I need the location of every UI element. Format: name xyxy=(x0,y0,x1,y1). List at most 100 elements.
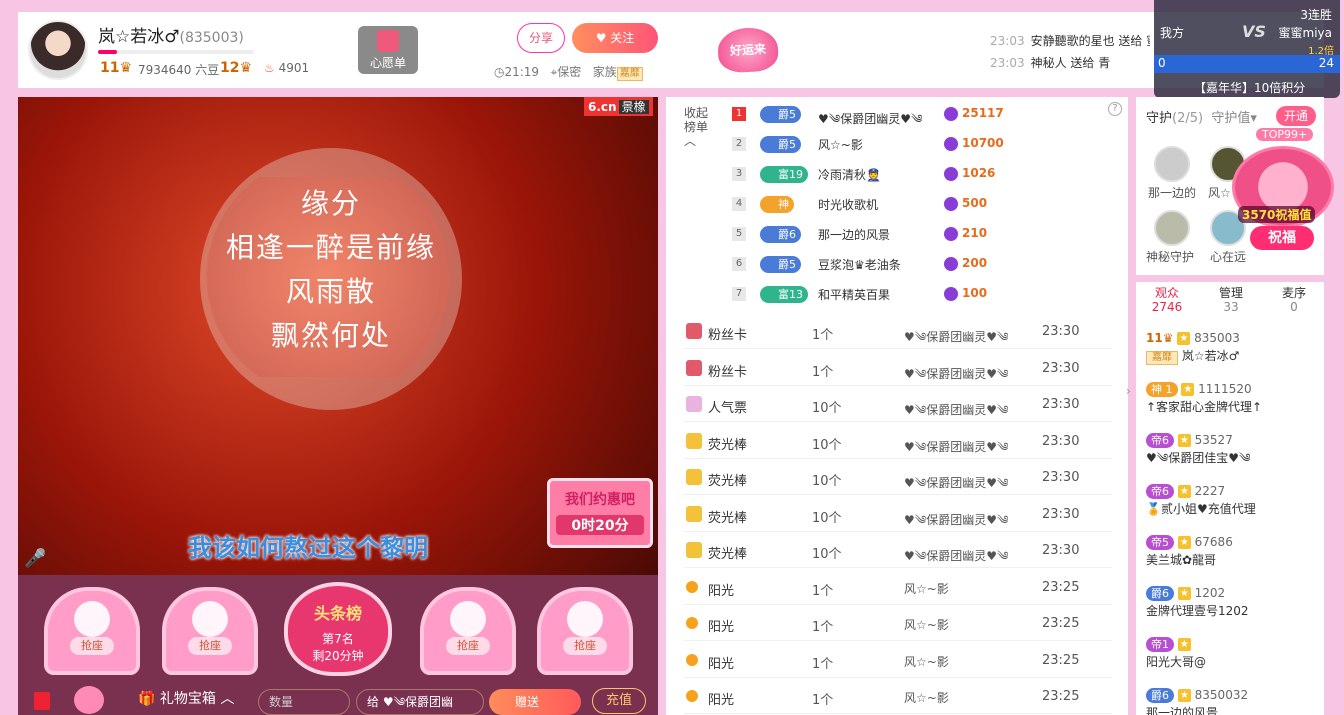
gift-box-button[interactable]: 🎁 礼物宝箱 ︿ xyxy=(138,688,234,708)
rank-score: 200 xyxy=(944,256,987,271)
user-badge: 爵6 xyxy=(1146,586,1174,601)
heart-gift-icon[interactable] xyxy=(74,686,104,714)
gift-icon xyxy=(686,653,698,666)
rank-badge: 爵5 xyxy=(760,256,801,273)
audience-row[interactable]: 爵6 ★ 1202 金牌代理壹号1202 xyxy=(1146,584,1316,620)
user-name[interactable]: ↑客家甜心金牌代理↑ xyxy=(1146,400,1262,414)
promo-banner[interactable]: 我们约惠吧 0时20分 xyxy=(547,478,653,548)
expand-icon[interactable]: › xyxy=(1126,384,1131,398)
gift-record-row: 荧光棒 10个 ♥༄保爵团幽灵♥༄ 23:30 xyxy=(684,496,1112,532)
audience-row[interactable]: 神 1 ★ 1111520 ↑客家甜心金牌代理↑ xyxy=(1146,380,1316,416)
gift-sender[interactable]: 风☆~影 xyxy=(904,689,949,706)
bless-button[interactable]: 祝福 xyxy=(1250,226,1314,250)
user-badge: 帝6 xyxy=(1146,433,1174,448)
level-icon: ★ xyxy=(1177,689,1191,702)
level-icon: ★ xyxy=(1177,485,1191,498)
audience-row[interactable]: 帝6 ★ 2227 🏅贰小姐♥充值代理 xyxy=(1146,482,1316,518)
rank-user-name[interactable]: 和平精英百果 xyxy=(818,286,890,303)
rank-badge: 富19 xyxy=(760,166,808,183)
gift-time: 23:30 xyxy=(1042,360,1080,376)
pk-bonus: 【嘉年华】10倍积分 xyxy=(1194,81,1306,95)
gift-sender[interactable]: 风☆~影 xyxy=(904,616,949,633)
ranking-row[interactable]: 1 爵5 ♥༄保爵团幽灵♥༄ 25117 xyxy=(730,100,1120,130)
share-button[interactable]: 分享 xyxy=(517,23,565,53)
rank-number: 2 xyxy=(732,137,746,151)
anchor-avatar[interactable] xyxy=(28,20,88,80)
seat-3[interactable]: 抢座 xyxy=(420,587,516,675)
gift-sender[interactable]: 风☆~影 xyxy=(904,580,949,597)
gift-record-row: 阳光 1个 风☆~影 23:25 xyxy=(684,569,1112,605)
tab-mic-queue[interactable]: 麦序 0 xyxy=(1269,286,1319,314)
gift-icon xyxy=(686,617,698,629)
rank-user-name[interactable]: 那一边的风景 xyxy=(818,226,890,243)
gift-sender[interactable]: 风☆~影 xyxy=(904,653,949,670)
gift-qty: 1个 xyxy=(812,364,834,380)
send-gift-button[interactable]: 赠送 xyxy=(489,689,581,715)
audience-row[interactable]: 帝5 ★ 67686 美兰城✿龍哥 xyxy=(1146,533,1316,569)
rank-score: 500 xyxy=(944,196,987,211)
user-id: 53527 xyxy=(1194,433,1233,447)
rank-score: 1026 xyxy=(944,166,995,181)
seat-4[interactable]: 抢座 xyxy=(537,587,633,675)
level-icon: ★ xyxy=(1177,332,1191,345)
ranking-row[interactable]: 2 爵5 风☆~影 10700 xyxy=(730,130,1120,160)
collapse-ranking-button[interactable]: 收起榜单 ︿ xyxy=(684,106,712,148)
gift-qty: 1个 xyxy=(812,693,834,708)
user-badge: 神 1 xyxy=(1146,382,1178,397)
rank-user-name[interactable]: 时光收歌机 xyxy=(818,196,878,213)
seat-1[interactable]: 抢座 xyxy=(44,587,140,675)
gift-qty: 1个 xyxy=(812,328,834,343)
user-name[interactable]: 🏅贰小姐♥充值代理 xyxy=(1146,502,1256,516)
microphone-icon[interactable]: 🎤 xyxy=(24,548,46,569)
gift-icon xyxy=(686,396,702,412)
rank-user-name[interactable]: 冷雨清秋👮 xyxy=(818,166,881,183)
pk-panel[interactable]: 3连胜 我方 VS 蜜蜜miya 1.2倍 【嘉年华】10倍积分 xyxy=(1154,0,1340,98)
audience-row[interactable]: 爵6 ★ 8350032 那一边的风景 xyxy=(1146,686,1316,715)
ranking-row[interactable]: 7 富13 和平精英百果 100 xyxy=(730,280,1120,310)
guard-tabs[interactable]: 守护(2/5) 守护值▾ xyxy=(1146,107,1257,126)
guard-avatar[interactable] xyxy=(1154,146,1190,182)
open-guard-button[interactable]: 开通 xyxy=(1276,106,1316,126)
recharge-button[interactable]: 充值 xyxy=(592,688,646,714)
user-name[interactable]: ♥༄保爵团佳宝♥༄ xyxy=(1146,451,1250,465)
ranking-row[interactable]: 6 爵5 豆浆泡♛老油条 200 xyxy=(730,250,1120,280)
gift-qty: 10个 xyxy=(812,474,842,489)
ranking-row[interactable]: 4 神 时光收歌机 500 xyxy=(730,190,1120,220)
gift-time: 23:25 xyxy=(1042,689,1080,704)
rank-user-name[interactable]: 豆浆泡♛老油条 xyxy=(818,256,901,273)
audience-row[interactable]: 帝1 ★ 阳光大哥@ xyxy=(1146,635,1316,671)
ranking-row[interactable]: 3 富19 冷雨清秋👮 1026 xyxy=(730,160,1120,190)
lyric-text: 我该如何熬过这个黎明 xyxy=(188,534,428,562)
gift-name: 荧光棒 xyxy=(708,474,748,489)
user-name[interactable]: 美兰城✿龍哥 xyxy=(1146,553,1216,567)
red-packet-icon[interactable] xyxy=(34,692,50,710)
follow-button[interactable]: ♥ 关注 xyxy=(572,23,658,53)
user-name[interactable]: 岚☆若冰♂ xyxy=(1182,349,1240,363)
quantity-input[interactable]: 数量 xyxy=(258,689,350,715)
family-tag[interactable]: 嘉靡 xyxy=(616,67,643,81)
rank-user-name[interactable]: 风☆~影 xyxy=(818,136,863,153)
guard-avatar[interactable] xyxy=(1154,210,1190,246)
level-progress xyxy=(98,50,254,54)
rank-score: 10700 xyxy=(944,136,1004,151)
rank-badge: 神 xyxy=(760,196,794,213)
tab-admin[interactable]: 管理 33 xyxy=(1206,286,1256,314)
user-name[interactable]: 阳光大哥@ xyxy=(1146,655,1206,669)
user-name[interactable]: 那一边的风景 xyxy=(1146,706,1218,715)
pk-me: 我方 xyxy=(1160,26,1185,40)
rank-score: 210 xyxy=(944,226,987,241)
wish-list-button[interactable]: 心愿单 xyxy=(358,26,418,74)
user-name[interactable]: 金牌代理壹号1202 xyxy=(1146,604,1249,618)
gift-time: 23:30 xyxy=(1042,397,1080,412)
recipient-select[interactable]: 给 ♥༄保爵团幽 xyxy=(356,689,484,715)
gift-time: 23:25 xyxy=(1042,616,1080,631)
headline-board[interactable]: 头条榜 第7名 剩20分钟 xyxy=(284,582,392,676)
rank-badge: 富13 xyxy=(760,286,808,303)
wish-icon xyxy=(377,30,399,52)
audience-row[interactable]: 11♛ ★ 835003 嘉靡 岚☆若冰♂ xyxy=(1146,329,1316,365)
ranking-row[interactable]: 5 爵6 那一边的风景 210 xyxy=(730,220,1120,250)
gift-name: 粉丝卡 xyxy=(708,328,748,343)
seat-2[interactable]: 抢座 xyxy=(162,587,258,675)
tab-audience[interactable]: 观众 2746 xyxy=(1142,286,1192,314)
audience-row[interactable]: 帝6 ★ 53527 ♥༄保爵团佳宝♥༄ xyxy=(1146,431,1316,467)
